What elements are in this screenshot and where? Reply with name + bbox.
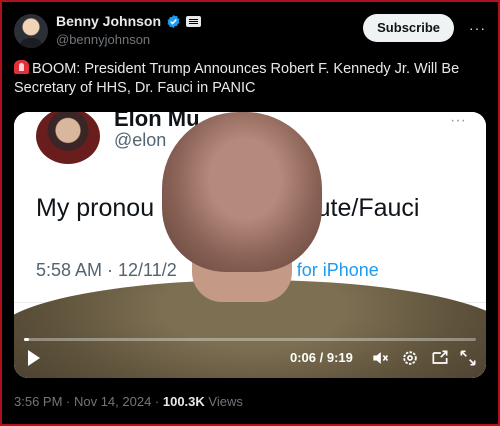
progress-bar[interactable]	[24, 338, 476, 341]
more-options-icon[interactable]: ···	[469, 20, 486, 36]
picture-in-picture-icon[interactable]	[430, 348, 450, 368]
video-time: 0:06 / 9:19	[290, 350, 353, 365]
timestamp[interactable]: 3:56 PM · Nov 14, 2024 ·	[14, 394, 163, 409]
person-head	[162, 112, 322, 272]
views-label: Views	[204, 394, 243, 409]
volume-muted-icon[interactable]	[370, 348, 390, 368]
video-controls: 0:06 / 9:19	[14, 338, 486, 378]
embedded-time: 5:58 AM · 12/11/2	[36, 260, 177, 280]
name-row: Benny Johnson	[56, 13, 202, 29]
tweet-header: Benny Johnson @bennyjohnson Subscribe ··…	[14, 12, 486, 52]
tweet-text-block: BOOM: President Trump Announces Robert F…	[14, 60, 484, 98]
embedded-name: Elon Mu	[114, 112, 200, 131]
embedded-more-icon: ···	[450, 112, 466, 129]
play-icon[interactable]	[28, 350, 40, 366]
author-name[interactable]: Benny Johnson	[56, 13, 161, 29]
embedded-text-left: My pronou	[36, 194, 155, 222]
tweet-text: BOOM: President Trump Announces Robert F…	[14, 61, 460, 96]
police-light-icon	[14, 60, 29, 74]
embedded-handle: @elon	[114, 130, 167, 150]
views-count: 100.3K	[162, 394, 205, 409]
affiliate-badge-icon[interactable]	[186, 15, 202, 27]
embedded-avatar	[36, 112, 100, 164]
progress-fill	[24, 338, 29, 341]
video-player[interactable]: Elon Mu @elon ··· My pronou cute/Fauci 5:…	[14, 112, 486, 378]
author-handle[interactable]: @bennyjohnson	[56, 32, 150, 47]
tweet-footer: 3:56 PM · Nov 14, 2024 · 100.3K Views	[14, 394, 243, 409]
avatar[interactable]	[14, 14, 48, 48]
verified-badge-icon	[167, 14, 180, 28]
fullscreen-icon[interactable]	[458, 348, 478, 368]
embedded-link: for iPhone	[296, 260, 379, 280]
subscribe-button[interactable]: Subscribe	[363, 14, 454, 42]
gear-icon[interactable]	[400, 348, 420, 368]
